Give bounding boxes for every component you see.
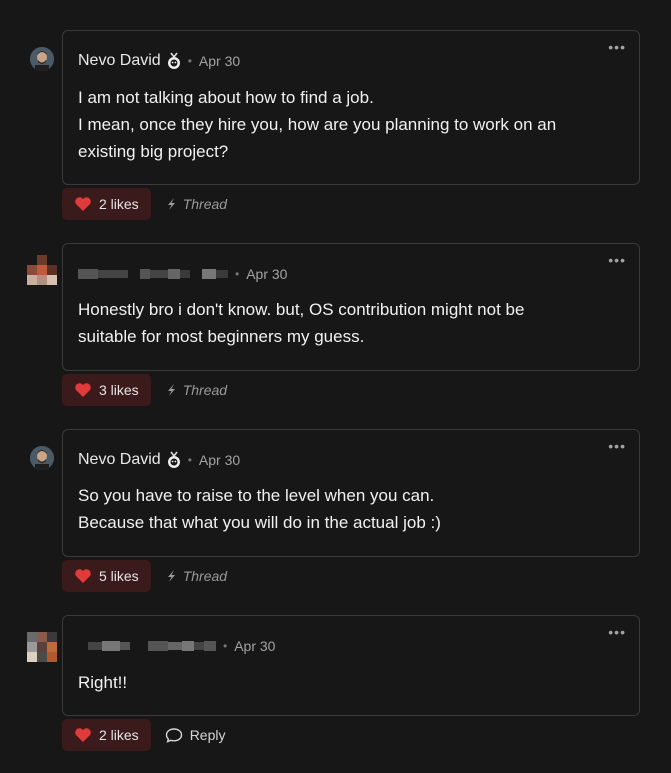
- comment-card: • Apr 30 ••• Right!!: [62, 615, 640, 716]
- comment-actions: 3 likes Thread: [62, 374, 227, 406]
- avatar[interactable]: [27, 632, 57, 662]
- comment-line: Because that what you will do in the act…: [78, 513, 441, 532]
- comment-actions: 2 likes Thread: [62, 188, 227, 220]
- comment-card: Nevo David • Apr 30 ••• So you have to r…: [62, 429, 640, 557]
- comment-line: I mean, once they hire you, how are you …: [78, 115, 557, 134]
- reply-label: Reply: [189, 727, 226, 743]
- avatar[interactable]: [30, 47, 54, 71]
- thread-label: Thread: [182, 568, 228, 584]
- separator: •: [223, 639, 228, 653]
- comment-date[interactable]: Apr 30: [199, 53, 240, 69]
- comment-line: I am not talking about how to find a job…: [78, 88, 374, 107]
- like-count: 2 likes: [99, 727, 139, 743]
- comment-actions: 5 likes Thread: [62, 560, 227, 592]
- comment-thread: Nevo David • Apr 30 ••• I am not talking…: [0, 0, 671, 773]
- author-name-redacted[interactable]: [78, 264, 228, 284]
- heart-icon: [75, 197, 91, 211]
- thread-link[interactable]: Thread: [165, 568, 227, 584]
- heart-icon: [75, 728, 91, 742]
- author-name[interactable]: Nevo David: [78, 52, 161, 70]
- heart-icon: [75, 569, 91, 583]
- thread-icon: [167, 570, 175, 582]
- comment-header: Nevo David • Apr 30: [78, 51, 240, 71]
- comment-body: I am not talking about how to find a job…: [78, 84, 599, 165]
- comment-header: • Apr 30: [78, 636, 275, 656]
- comment-body: Right!!: [78, 669, 599, 696]
- like-count: 2 likes: [99, 196, 139, 212]
- like-button[interactable]: 5 likes: [62, 560, 151, 592]
- sloth-badge-icon: [167, 52, 181, 70]
- heart-icon: [75, 383, 91, 397]
- comment-header: Nevo David • Apr 30: [78, 450, 240, 470]
- avatar[interactable]: [30, 446, 54, 470]
- comment-card: • Apr 30 ••• Honestly bro i don't know. …: [62, 243, 640, 371]
- more-icon[interactable]: •••: [608, 625, 626, 639]
- like-button[interactable]: 2 likes: [62, 188, 151, 220]
- thread-icon: [167, 198, 175, 210]
- thread-label: Thread: [182, 382, 228, 398]
- comment-line: suitable for most beginners my guess.: [78, 327, 365, 346]
- comment-card: Nevo David • Apr 30 ••• I am not talking…: [62, 30, 640, 185]
- comment-body: So you have to raise to the level when y…: [78, 482, 599, 536]
- comment-header: • Apr 30: [78, 264, 287, 284]
- more-icon[interactable]: •••: [608, 439, 626, 453]
- reply-button[interactable]: Reply: [165, 727, 226, 743]
- like-count: 3 likes: [99, 382, 139, 398]
- comment-body: Honestly bro i don't know. but, OS contr…: [78, 296, 599, 350]
- comment-date[interactable]: Apr 30: [234, 638, 275, 654]
- author-name-redacted[interactable]: [78, 636, 216, 656]
- sloth-badge-icon: [167, 451, 181, 469]
- like-button[interactable]: 3 likes: [62, 374, 151, 406]
- comment-date[interactable]: Apr 30: [199, 452, 240, 468]
- comment-line: Honestly bro i don't know. but, OS contr…: [78, 300, 525, 319]
- more-icon[interactable]: •••: [608, 253, 626, 267]
- separator: •: [187, 54, 192, 68]
- thread-link[interactable]: Thread: [165, 196, 227, 212]
- reply-icon: [165, 728, 182, 743]
- like-button[interactable]: 2 likes: [62, 719, 151, 751]
- avatar[interactable]: [27, 255, 57, 285]
- comment-line: So you have to raise to the level when y…: [78, 486, 435, 505]
- comment-actions: 2 likes Reply: [62, 719, 225, 751]
- author-name[interactable]: Nevo David: [78, 451, 161, 469]
- thread-icon: [167, 384, 175, 396]
- like-count: 5 likes: [99, 568, 139, 584]
- comment-date[interactable]: Apr 30: [246, 266, 287, 282]
- thread-link[interactable]: Thread: [165, 382, 227, 398]
- thread-label: Thread: [182, 196, 228, 212]
- separator: •: [187, 453, 192, 467]
- more-icon[interactable]: •••: [608, 40, 626, 54]
- comment-line: Right!!: [78, 673, 128, 692]
- separator: •: [235, 267, 240, 281]
- comment-line: existing big project?: [78, 142, 229, 161]
